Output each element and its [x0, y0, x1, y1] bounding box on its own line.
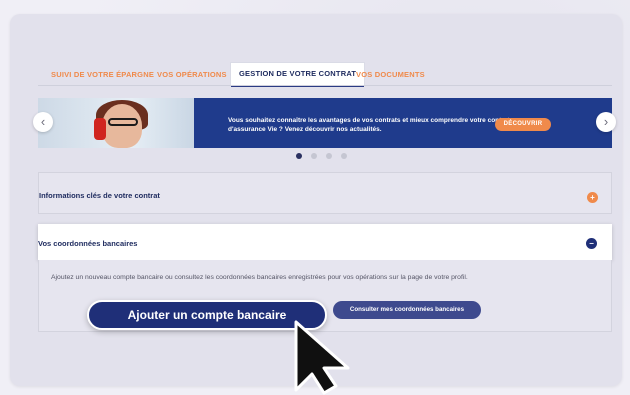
accordion-title: Informations clés de votre contrat — [39, 191, 160, 200]
photo-phone — [94, 118, 106, 140]
accordion-infos-cles[interactable]: Informations clés de votre contrat + — [38, 172, 612, 214]
chevron-left-icon[interactable]: ‹ — [33, 112, 53, 132]
accordion-coordonnees-bancaires[interactable]: Vos coordonnées bancaires − — [38, 224, 612, 260]
carousel-dot[interactable] — [341, 153, 347, 159]
photo-glasses — [108, 118, 138, 126]
tab-bar: SUIVI DE VOTRE ÉPARGNE VOS OPÉRATIONS GE… — [0, 0, 630, 87]
photo-face — [102, 104, 142, 148]
accordion-title: Vos coordonnées bancaires — [38, 239, 138, 248]
chevron-right-icon[interactable]: › — [596, 112, 616, 132]
tab-vos-operations[interactable]: VOS OPÉRATIONS — [157, 70, 227, 79]
discover-button[interactable]: DÉCOUVRIR — [495, 118, 551, 131]
carousel-dot[interactable] — [296, 153, 302, 159]
view-bank-details-button[interactable]: Consulter mes coordonnées bancaires — [333, 301, 481, 319]
tab-divider — [38, 85, 612, 86]
tab-gestion-contrat[interactable]: GESTION DE VOTRE CONTRAT — [230, 62, 366, 87]
tab-vos-documents[interactable]: VOS DOCUMENTS — [356, 70, 425, 79]
carousel-dot[interactable] — [311, 153, 317, 159]
banner-text: Vous souhaitez connaître les avantages d… — [228, 117, 510, 133]
tab-suivi-epargne[interactable]: SUIVI DE VOTRE ÉPARGNE — [51, 70, 154, 79]
mouse-cursor-icon — [294, 320, 350, 395]
banner-photo — [38, 98, 194, 148]
bank-description: Ajoutez un nouveau compte bancaire ou co… — [51, 274, 468, 281]
plus-icon[interactable]: + — [587, 192, 598, 203]
carousel-dot[interactable] — [326, 153, 332, 159]
minus-icon[interactable]: − — [586, 238, 597, 249]
